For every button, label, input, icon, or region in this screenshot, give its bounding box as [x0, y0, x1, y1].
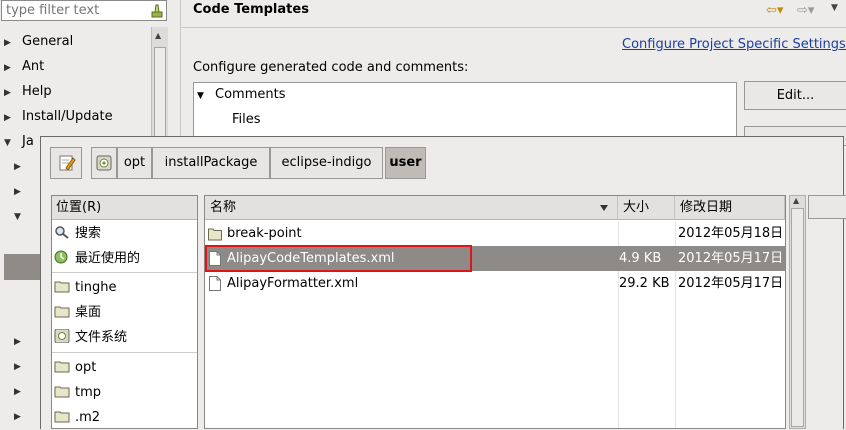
tree-item-help[interactable]: ▶ Help: [4, 79, 52, 104]
place-filesystem[interactable]: 文件系统: [54, 325, 127, 350]
templates-group-comments[interactable]: ▼ Comments: [197, 87, 285, 102]
page-description: Configure generated code and comments:: [193, 60, 469, 75]
tree-subitem[interactable]: ▶: [14, 403, 32, 428]
tree-subitem[interactable]: ▶: [14, 153, 32, 178]
collapse-arrow-icon[interactable]: ▼: [14, 205, 32, 230]
tree-item-java[interactable]: ▼ Ja: [4, 129, 34, 154]
scrollbar-thumb[interactable]: [154, 47, 166, 147]
file-row[interactable]: break-point 2012年05月18日: [205, 221, 785, 246]
place-tmp[interactable]: tmp: [54, 380, 101, 405]
column-header-modified[interactable]: 修改日期: [675, 196, 785, 220]
folder-icon: [54, 281, 70, 293]
filter-field[interactable]: [1, 0, 167, 21]
annotation-highlight-box: [205, 245, 472, 272]
place-desktop[interactable]: 桌面: [54, 300, 101, 325]
places-pane[interactable]: 位置(R) 搜索 最近使用的 tinghe 桌面 文件系统 opt tmp .m…: [51, 195, 198, 429]
place-m2[interactable]: .m2: [54, 405, 100, 428]
folder-icon: [54, 361, 70, 373]
forward-arrow-icon[interactable]: ⇨▾: [797, 3, 814, 18]
expand-arrow-icon[interactable]: ▶: [4, 106, 22, 131]
selected-tree-item[interactable]: [4, 254, 44, 280]
expand-arrow-icon[interactable]: ▶: [14, 330, 32, 355]
expand-arrow-icon[interactable]: ▶: [4, 56, 22, 81]
files-pane[interactable]: 名称 大小 修改日期 break-point 2012年05月18日 Alipa…: [204, 195, 786, 429]
expand-arrow-icon[interactable]: ▶: [14, 405, 32, 430]
folder-icon: [54, 386, 70, 398]
crumb-user[interactable]: user: [385, 147, 426, 179]
folder-icon: [208, 228, 222, 241]
file-row[interactable]: AlipayFormatter.xml 29.2 KB 2012年05月17日: [205, 271, 785, 296]
document-icon: [209, 276, 221, 291]
tree-subitem[interactable]: ▼: [14, 203, 32, 228]
column-header-name[interactable]: 名称: [205, 196, 618, 220]
expand-arrow-icon[interactable]: ▶: [14, 155, 32, 180]
tree-subitem[interactable]: ▶: [14, 353, 32, 378]
place-search[interactable]: 搜索: [54, 221, 101, 246]
clear-filter-icon[interactable]: [149, 3, 164, 18]
tree-item-general[interactable]: ▶ General: [4, 29, 73, 54]
expand-arrow-icon[interactable]: ▶: [14, 380, 32, 405]
search-icon: [55, 226, 69, 239]
folder-icon: [54, 306, 70, 318]
places-header[interactable]: 位置(R): [52, 196, 197, 220]
drive-icon: [96, 155, 112, 171]
places-separator: [52, 352, 197, 353]
side-button[interactable]: [808, 195, 846, 219]
scrollbar-thumb[interactable]: [791, 208, 804, 427]
place-home[interactable]: tinghe: [54, 275, 116, 300]
column-header-size[interactable]: 大小: [618, 196, 675, 220]
place-recent[interactable]: 最近使用的: [54, 246, 140, 271]
crumb-eclipse-indigo[interactable]: eclipse-indigo: [270, 147, 383, 179]
scroll-up-icon[interactable]: ▲: [793, 196, 799, 205]
tree-subitem[interactable]: ▶: [14, 328, 32, 353]
page-title: Code Templates: [193, 2, 309, 17]
expand-arrow-icon[interactable]: ▶: [4, 81, 22, 106]
crumb-installpackage[interactable]: installPackage: [152, 147, 270, 179]
expand-arrow-icon[interactable]: ▶: [14, 180, 32, 205]
expand-arrow-icon[interactable]: ▶: [4, 31, 22, 56]
type-location-button[interactable]: [50, 147, 82, 179]
place-opt[interactable]: opt: [54, 355, 96, 380]
tree-item-install-update[interactable]: ▶ Install/Update: [4, 104, 113, 129]
back-arrow-icon[interactable]: ⇦▾: [766, 3, 783, 18]
folder-icon: [54, 411, 70, 423]
files-scrollbar[interactable]: ▲: [789, 195, 806, 429]
filter-input[interactable]: [2, 1, 146, 20]
collapse-arrow-icon[interactable]: ▼: [197, 91, 215, 101]
edit-button[interactable]: Edit...: [744, 81, 846, 110]
templates-item-files[interactable]: Files: [232, 112, 261, 127]
configure-project-settings-link[interactable]: Configure Project Specific Settings...: [622, 37, 846, 52]
expand-arrow-icon[interactable]: ▶: [14, 355, 32, 380]
tree-subitem[interactable]: ▶: [14, 178, 32, 203]
crumb-filesystem-root[interactable]: [91, 147, 117, 179]
sort-descending-icon[interactable]: [600, 205, 608, 211]
crumb-opt[interactable]: opt: [117, 147, 152, 179]
view-menu-icon[interactable]: ▼: [831, 3, 838, 13]
tree-item-ant[interactable]: ▶ Ant: [4, 54, 44, 79]
header-divider: [181, 27, 846, 28]
scroll-up-icon[interactable]: ▲: [155, 31, 161, 40]
edit-pencil-icon: [59, 155, 76, 171]
recent-icon: [54, 250, 68, 264]
tree-subitem[interactable]: ▶: [14, 378, 32, 403]
drive-icon: [54, 329, 70, 343]
places-separator: [52, 272, 197, 273]
